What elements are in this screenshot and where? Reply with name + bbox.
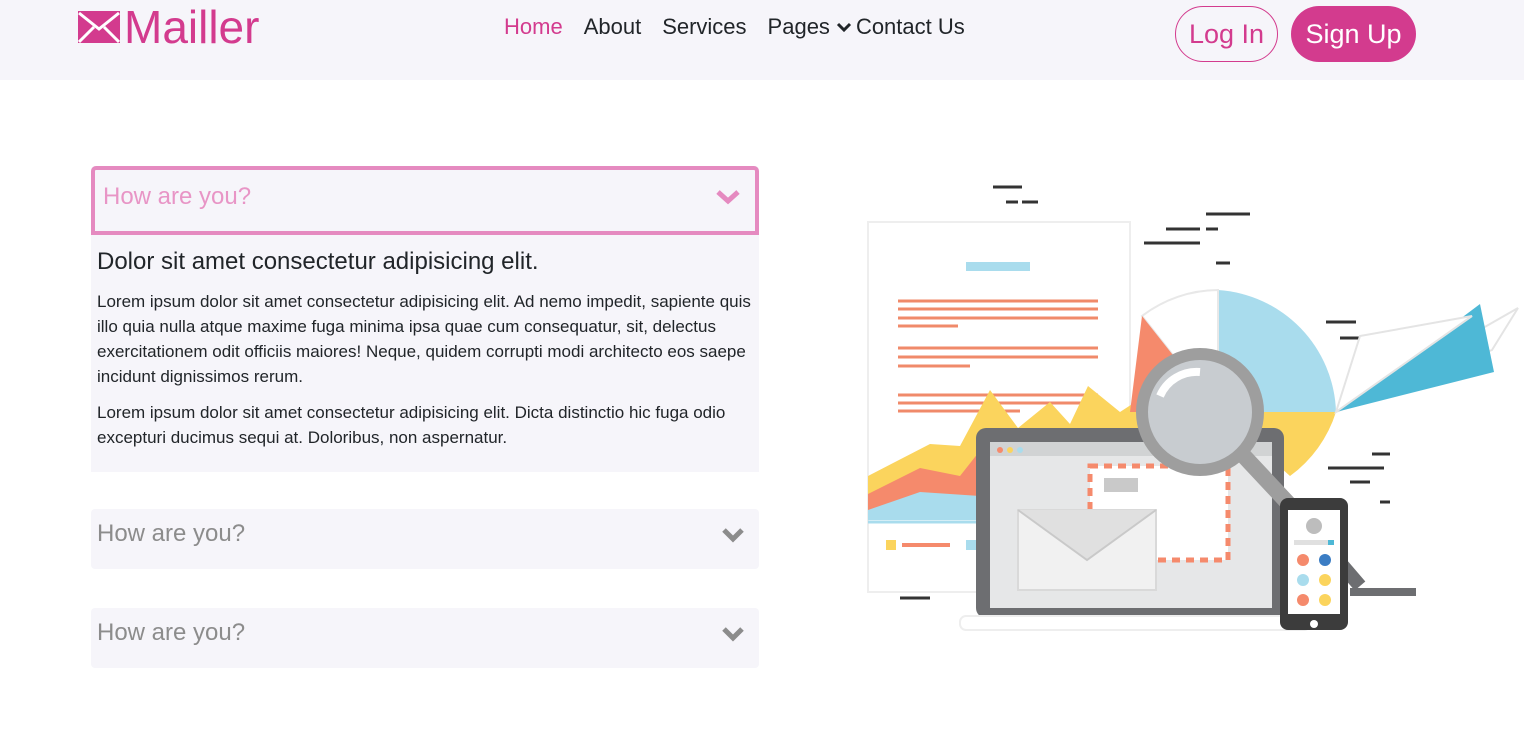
nav-home[interactable]: Home <box>504 12 563 42</box>
logo-link[interactable]: Mailler <box>78 2 259 52</box>
accordion-body: Dolor sit amet consectetur adipisicing e… <box>91 235 759 472</box>
accordion-body-heading: Dolor sit amet consectetur adipisicing e… <box>97 248 539 275</box>
signup-button[interactable]: Sign Up <box>1291 6 1416 62</box>
email-marketing-illustration: × <box>867 185 1519 631</box>
site-header: Mailler Home About Services Pages Contac… <box>0 0 1524 80</box>
accordion-header[interactable]: How are you? <box>91 509 759 569</box>
chevron-down-icon <box>722 627 744 642</box>
accordion-question: How are you? <box>103 183 252 210</box>
chevron-down-icon <box>836 22 851 33</box>
login-button[interactable]: Log In <box>1175 6 1278 62</box>
nav-pages-dropdown[interactable]: Pages <box>768 12 856 42</box>
main-nav: Home About Services Pages Contact Us <box>504 12 965 42</box>
accordion-header[interactable]: How are you? <box>91 608 759 668</box>
accordion-header[interactable]: How are you? <box>91 166 759 235</box>
envelope-icon <box>78 9 120 45</box>
accordion-question: How are you? <box>97 520 246 547</box>
accordion-item: How are you? Dolor sit amet consectetur … <box>91 166 759 472</box>
logo-text: Mailler <box>124 1 260 53</box>
accordion-body-paragraph: Lorem ipsum dolor sit amet consectetur a… <box>97 403 726 447</box>
nav-contact[interactable]: Contact Us <box>856 12 965 42</box>
nav-about[interactable]: About <box>584 12 642 42</box>
faq-accordion: How are you? Dolor sit amet consectetur … <box>91 166 759 472</box>
nav-pages-label: Pages <box>767 14 830 39</box>
chevron-down-icon <box>716 190 740 205</box>
nav-services[interactable]: Services <box>662 12 746 42</box>
chevron-down-icon <box>722 528 744 543</box>
accordion-question: How are you? <box>97 619 246 646</box>
accordion-body-paragraph: Lorem ipsum dolor sit amet consectetur a… <box>97 292 751 386</box>
